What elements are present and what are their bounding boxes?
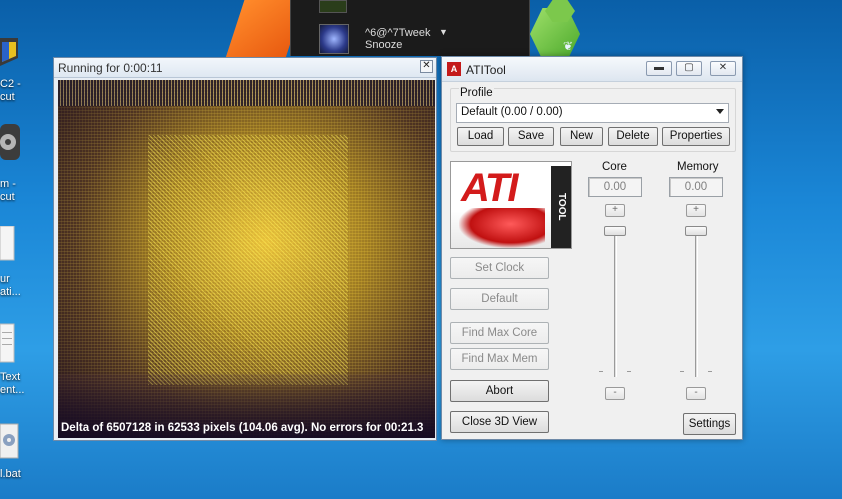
- tweek-app-icon[interactable]: [319, 24, 349, 54]
- core-label: Core: [602, 161, 627, 173]
- wallpaper-butterfly-icon: ❦: [563, 39, 574, 53]
- desktop-icon-label: cut: [0, 91, 15, 103]
- ati-app-icon: A: [447, 62, 461, 76]
- app-thumbnail[interactable]: [319, 0, 347, 13]
- render-inner-pattern: [148, 135, 348, 385]
- chevron-down-icon[interactable]: ▼: [439, 27, 448, 37]
- logo-tool-text: TOOL: [551, 166, 571, 248]
- set-clock-button[interactable]: Set Clock: [450, 257, 549, 279]
- core-slider-track[interactable]: [614, 227, 617, 377]
- render-noise-band: [58, 80, 435, 106]
- desktop-icon-label: ur: [0, 273, 10, 285]
- memory-clock-field[interactable]: 0.00: [669, 177, 723, 197]
- core-increase-button[interactable]: +: [605, 204, 625, 217]
- settings-button[interactable]: Settings: [683, 413, 736, 435]
- find-max-core-button[interactable]: Find Max Core: [450, 322, 549, 344]
- new-button[interactable]: New: [560, 127, 603, 146]
- desktop-icon-label: ent...: [0, 384, 25, 396]
- memory-slider-track[interactable]: [695, 227, 698, 377]
- core-decrease-button[interactable]: -: [605, 387, 625, 400]
- memory-slider-handle[interactable]: [685, 226, 707, 236]
- desktop-icon-label: ati...: [0, 286, 21, 298]
- panel-item-title[interactable]: ^6@^7Tweek: [365, 27, 431, 39]
- taskbar-preview-panel: ^6@^7Tweek ▼ Snooze: [290, 0, 530, 56]
- slider-tick: [680, 371, 684, 372]
- slider-tick: [708, 371, 712, 372]
- panel-item-subtitle[interactable]: Snooze: [365, 39, 402, 51]
- save-button[interactable]: Save: [508, 127, 554, 146]
- memory-decrease-button[interactable]: -: [686, 387, 706, 400]
- disc-app-icon: [0, 122, 22, 162]
- atitool-window: A ATITool ▬ ▢ ✕ Profile Default (0.00 / …: [441, 56, 743, 440]
- render-window: Running for 0:00:11 ✕ Delta of 6507128 i…: [53, 57, 437, 441]
- memory-increase-button[interactable]: +: [686, 204, 706, 217]
- chevron-down-icon: [716, 109, 724, 114]
- close-icon[interactable]: ✕: [420, 60, 433, 73]
- core-clock-field[interactable]: 0.00: [588, 177, 642, 197]
- atitool-title: ATITool: [466, 63, 506, 77]
- properties-button[interactable]: Properties: [662, 127, 730, 146]
- core-slider-handle[interactable]: [604, 226, 626, 236]
- default-button[interactable]: Default: [450, 288, 549, 310]
- shield-shortcut-icon: [0, 34, 22, 70]
- atitool-titlebar[interactable]: A ATITool ▬ ▢ ✕: [442, 57, 742, 82]
- desktop-icon-label: Text: [0, 371, 21, 383]
- desktop-icon-label: m -: [0, 178, 16, 190]
- ati-tool-logo: ATI TOOL: [450, 161, 572, 249]
- slider-tick: [599, 371, 603, 372]
- batch-file-icon: [0, 422, 22, 460]
- profile-selected-value: Default (0.00 / 0.00): [461, 106, 563, 118]
- render-window-titlebar[interactable]: Running for 0:00:11 ✕: [54, 58, 436, 78]
- close-button[interactable]: ✕: [710, 61, 736, 76]
- render-canvas: Delta of 6507128 in 62533 pixels (104.06…: [58, 80, 435, 438]
- minimize-button[interactable]: ▬: [646, 61, 672, 76]
- maximize-button[interactable]: ▢: [676, 61, 702, 76]
- desktop-icon-label: C2 -: [0, 78, 21, 90]
- abort-button[interactable]: Abort: [450, 380, 549, 402]
- render-status-text: Delta of 6507128 in 62533 pixels (104.06…: [61, 422, 424, 434]
- document-icon: [0, 225, 22, 262]
- find-max-mem-button[interactable]: Find Max Mem: [450, 348, 549, 370]
- profile-label: Profile: [459, 87, 494, 99]
- profile-dropdown[interactable]: Default (0.00 / 0.00): [456, 103, 729, 123]
- memory-label: Memory: [677, 161, 719, 173]
- logo-swoosh: [459, 208, 545, 248]
- desktop-icon-label: l.bat: [0, 468, 21, 480]
- load-button[interactable]: Load: [457, 127, 504, 146]
- close-3d-view-button[interactable]: Close 3D View: [450, 411, 549, 433]
- logo-ati-text: ATI: [461, 166, 518, 210]
- slider-tick: [627, 371, 631, 372]
- render-window-title: Running for 0:00:11: [58, 61, 163, 75]
- profile-group: Profile Default (0.00 / 0.00) Load Save …: [450, 87, 736, 152]
- delete-button[interactable]: Delete: [608, 127, 658, 146]
- text-document-icon: [0, 322, 22, 366]
- desktop-icon-label: cut: [0, 191, 15, 203]
